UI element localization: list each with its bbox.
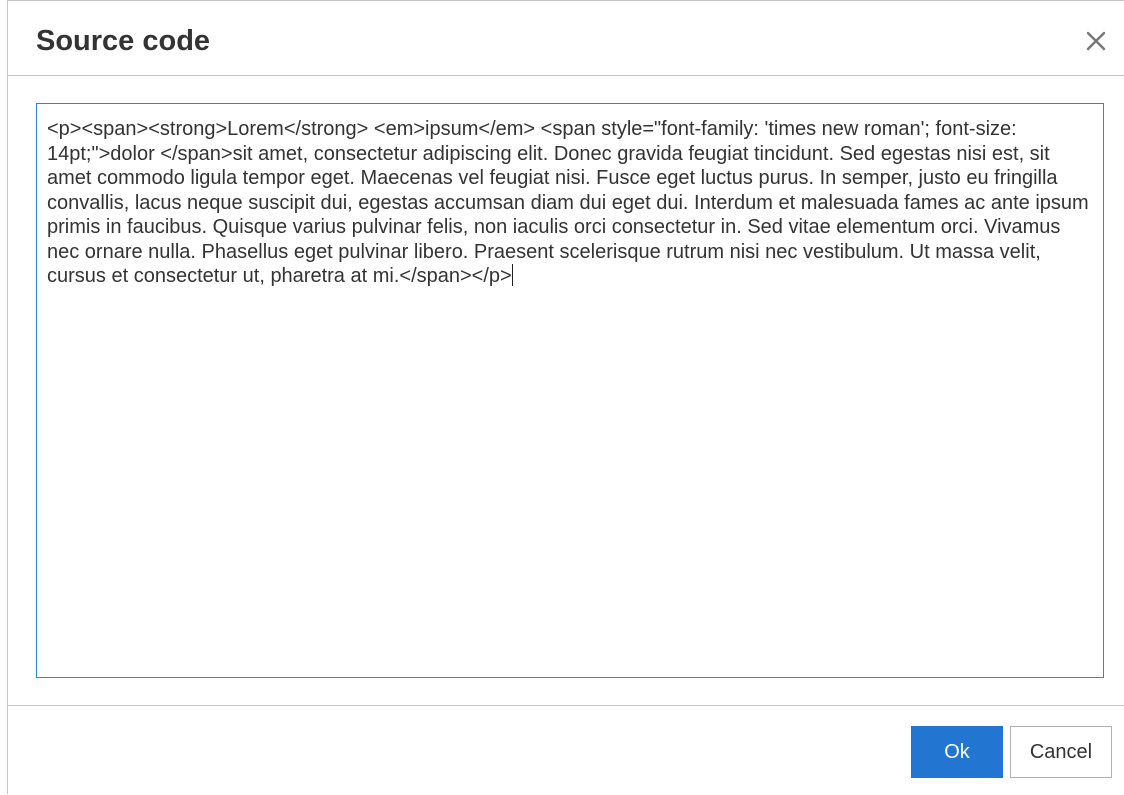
dialog-title: Source code: [36, 25, 211, 57]
close-icon: [1086, 31, 1106, 51]
dialog-header: Source code: [8, 1, 1124, 76]
cancel-button[interactable]: Cancel: [1010, 726, 1112, 778]
source-code-textarea[interactable]: <p><span><strong>Lorem</strong> <em>ipsu…: [36, 103, 1104, 678]
ok-button[interactable]: Ok: [911, 726, 1003, 778]
source-code-text: <p><span><strong>Lorem</strong> <em>ipsu…: [47, 118, 1095, 287]
source-code-dialog: Source code <p><span><strong>Lorem</stro…: [7, 0, 1124, 794]
text-caret: [511, 264, 513, 286]
dialog-body: <p><span><strong>Lorem</strong> <em>ipsu…: [8, 77, 1124, 705]
dialog-footer: Ok Cancel: [8, 705, 1124, 795]
close-button[interactable]: [1082, 27, 1110, 55]
